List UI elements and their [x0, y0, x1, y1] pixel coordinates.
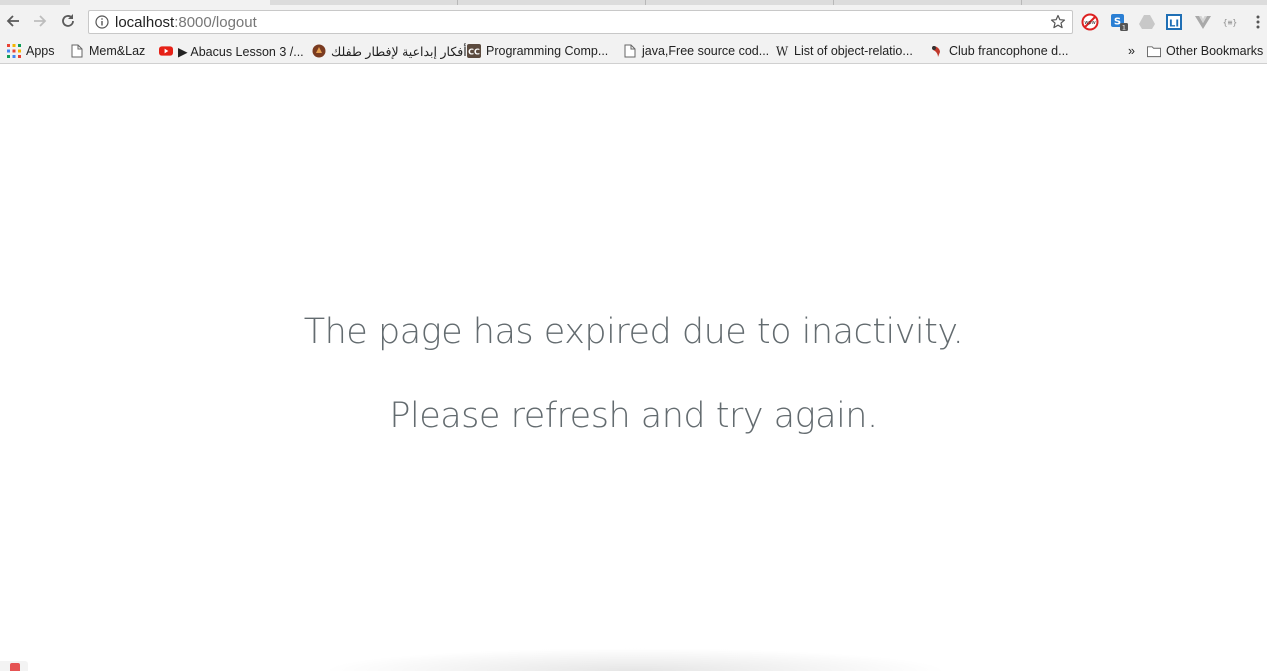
ext-vue-icon[interactable]	[1194, 13, 1212, 31]
back-icon	[6, 15, 19, 27]
svg-text:LI: LI	[1169, 19, 1179, 30]
page-icon	[70, 44, 84, 58]
svg-text:{≡}: {≡}	[1223, 18, 1237, 27]
bottom-shadow	[320, 648, 950, 671]
club-favicon-icon	[930, 44, 944, 58]
svg-text:wpw: wpw	[1084, 20, 1095, 26]
bookmark-java[interactable]: java,Free source cod...	[623, 42, 769, 60]
bookmark-label: Club francophone d...	[949, 44, 1069, 58]
forward-button[interactable]	[30, 11, 50, 31]
menu-button[interactable]	[1249, 13, 1267, 31]
browser-chrome: localhost:8000/logout wpw S1 LI {≡} Apps…	[0, 0, 1267, 64]
bookmark-label: Programming Comp...	[486, 44, 609, 58]
url-host: localhost	[115, 14, 175, 31]
wikipedia-icon: W	[775, 44, 789, 59]
bookmark-apps[interactable]: Apps	[7, 42, 55, 60]
corner-badge-icon[interactable]	[0, 661, 28, 671]
bookmark-arabic[interactable]: أفكار إبداعية لإفطار طفلك...	[312, 42, 477, 60]
bookmark-abacus[interactable]: ▶ Abacus Lesson 3 /...	[159, 42, 304, 60]
star-icon[interactable]	[1050, 14, 1066, 30]
svg-text:CC: CC	[468, 48, 480, 57]
url-path: :8000/logout	[174, 14, 257, 31]
page-icon	[623, 44, 637, 58]
bookmarks-bar: Apps Mem&Laz ▶ Abacus Lesson 3 /... أفكا…	[0, 39, 1267, 63]
ext-json-icon[interactable]: {≡}	[1221, 13, 1239, 31]
reload-button[interactable]	[58, 11, 78, 31]
bookmark-other-folder[interactable]: Other Bookmarks	[1147, 42, 1263, 60]
expired-message: The page has expired due to inactivity.	[303, 312, 964, 352]
refresh-message: Please refresh and try again.	[389, 396, 878, 436]
address-bar[interactable]: localhost:8000/logout	[88, 10, 1073, 34]
cc-icon: CC	[467, 44, 481, 58]
bookmark-label: java,Free source cod...	[642, 44, 770, 58]
info-icon[interactable]	[95, 15, 109, 29]
bookmark-label: List of object-relatio...	[794, 44, 913, 58]
ext-s-icon[interactable]: S1	[1110, 13, 1128, 31]
bookmark-label: Other Bookmarks	[1166, 44, 1264, 58]
svg-text:1: 1	[1122, 24, 1126, 32]
url-text: localhost:8000/logout	[115, 14, 257, 31]
site-favicon-icon	[312, 44, 326, 58]
bookmark-label: أفكار إبداعية لإفطار طفلك...	[331, 44, 477, 59]
forward-icon	[34, 15, 47, 27]
youtube-icon	[159, 44, 173, 58]
ext-blocker-icon[interactable]: wpw	[1081, 13, 1099, 31]
bookmark-programming[interactable]: CC Programming Comp...	[467, 42, 608, 60]
chevron-double-right-icon: »	[1128, 44, 1135, 58]
svg-text:W: W	[776, 45, 789, 59]
ext-li-icon[interactable]: LI	[1165, 13, 1183, 31]
back-button[interactable]	[3, 11, 23, 31]
bookmark-wikipedia[interactable]: W List of object-relatio...	[775, 42, 913, 60]
toolbar: localhost:8000/logout wpw S1 LI {≡}	[0, 5, 1267, 39]
bookmark-club[interactable]: Club francophone d...	[930, 42, 1069, 60]
bookmarks-overflow-button[interactable]: »	[1128, 42, 1135, 60]
bookmark-label: Mem&Laz	[89, 44, 146, 58]
bookmark-label: ▶ Abacus Lesson 3 /...	[178, 44, 304, 59]
apps-grid-icon	[7, 44, 21, 58]
page-content: The page has expired due to inactivity. …	[0, 64, 1267, 671]
reload-icon	[62, 14, 74, 27]
folder-icon	[1147, 44, 1161, 58]
bookmark-memlaz[interactable]: Mem&Laz	[70, 42, 145, 60]
ext-drive-icon[interactable]	[1138, 13, 1156, 31]
bookmark-label: Apps	[26, 44, 55, 58]
menu-icon	[1256, 15, 1260, 29]
